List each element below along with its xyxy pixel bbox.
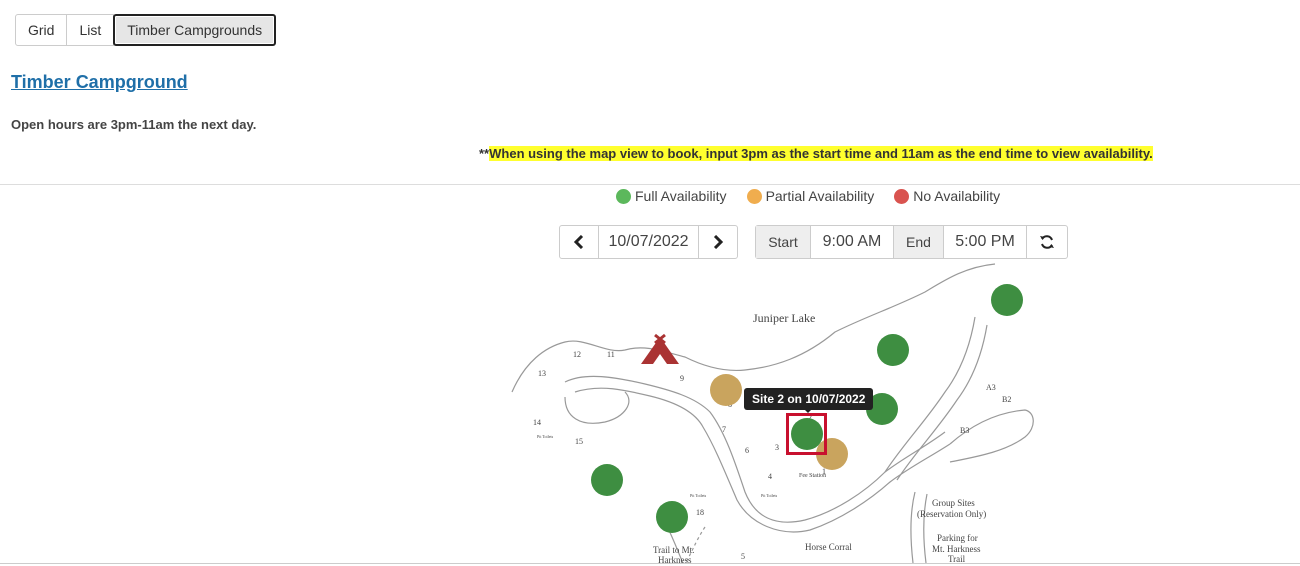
site-number: 11 <box>607 350 615 359</box>
end-time-input[interactable]: 5:00 PM <box>943 226 1027 258</box>
chevron-left-icon <box>573 235 584 249</box>
time-picker: Start 9:00 AM End 5:00 PM <box>755 225 1068 259</box>
legend-partial: Partial Availability <box>746 188 875 204</box>
toilet-label-2: Pit Toilets <box>690 493 707 498</box>
start-time-input[interactable]: 9:00 AM <box>810 226 894 258</box>
refresh-icon <box>1040 235 1054 249</box>
parking-label-2: Mt. Harkness <box>932 544 981 554</box>
road-east-3 <box>949 409 1034 463</box>
view-tabs: Grid List Timber Campgrounds <box>15 14 277 46</box>
site-number: 18 <box>696 508 704 517</box>
next-date-button[interactable] <box>699 226 737 258</box>
road-south-2 <box>910 491 916 563</box>
toilet-label-1: Pit Toilets <box>537 434 554 439</box>
site-marker-full[interactable] <box>591 464 623 496</box>
legend-full-label: Full Availability <box>635 188 727 204</box>
site-number: 4 <box>768 472 772 481</box>
divider <box>0 184 1300 185</box>
tab-list[interactable]: List <box>66 14 115 46</box>
note-highlight: When using the map view to book, input 3… <box>489 146 1153 161</box>
open-hours-text: Open hours are 3pm-11am the next day. <box>11 117 257 132</box>
site-tooltip: Site 2 on 10/07/2022 <box>744 388 874 410</box>
site-marker-full[interactable] <box>656 501 688 533</box>
legend-full: Full Availability <box>616 188 727 204</box>
tab-grid[interactable]: Grid <box>15 14 68 46</box>
legend-none: No Availability <box>894 188 1000 204</box>
site-number: B2 <box>1002 395 1011 404</box>
parking-label-1: Parking for <box>937 533 978 543</box>
facility-title-link[interactable]: Timber Campground <box>11 72 188 93</box>
parking-label-3: Trail <box>948 554 966 563</box>
tooltip-arrow <box>803 408 813 413</box>
horse-corral-label: Horse Corral <box>805 542 852 552</box>
site-number: B3 <box>960 426 969 435</box>
date-picker: 10/07/2022 <box>559 225 738 259</box>
bottom-divider <box>0 563 1300 564</box>
site-number: 6 <box>745 446 749 455</box>
site-number: 5 <box>741 552 745 561</box>
availability-legend: Full Availability Partial Availability N… <box>616 186 1020 206</box>
note-prefix: ** <box>479 146 490 161</box>
selected-site-highlight <box>786 413 827 455</box>
site-marker-full[interactable] <box>877 334 909 366</box>
reservation-only-label: (Reservation Only) <box>917 509 986 519</box>
loop-road <box>564 391 630 424</box>
booking-note: **When using the map view to book, input… <box>479 146 1153 161</box>
site-number: 12 <box>573 350 581 359</box>
campground-map[interactable]: Juniper Lake Fee Station Horse Corral Gr… <box>505 262 1045 563</box>
trail-label-1: Trail to Mt. <box>653 545 694 555</box>
end-label: End <box>894 226 943 258</box>
site-marker-full[interactable] <box>991 284 1023 316</box>
lake-shore <box>511 263 996 393</box>
site-number: 7 <box>722 425 726 434</box>
chevron-right-icon <box>713 235 724 249</box>
site-number: 14 <box>533 418 541 427</box>
site-number: 9 <box>680 374 684 383</box>
lake-label: Juniper Lake <box>753 311 815 325</box>
start-label: Start <box>756 226 810 258</box>
legend-partial-label: Partial Availability <box>765 188 875 204</box>
refresh-button[interactable] <box>1027 226 1067 258</box>
date-input[interactable]: 10/07/2022 <box>598 226 699 258</box>
site-number: A3 <box>986 383 996 392</box>
trail-label-2: Harkness <box>658 555 692 563</box>
road-south-3 <box>923 493 928 563</box>
site-number: 13 <box>538 369 546 378</box>
group-sites-label: Group Sites <box>932 498 975 508</box>
legend-none-dot <box>894 188 910 204</box>
site-number: 15 <box>575 437 583 446</box>
site-marker-partial[interactable] <box>710 374 742 406</box>
legend-full-dot <box>616 188 631 204</box>
tab-timber-campgrounds[interactable]: Timber Campgrounds <box>113 14 277 46</box>
site-number: 3 <box>775 443 779 452</box>
legend-partial-dot <box>746 188 762 204</box>
toilet-label-3: Pit Toilets <box>761 493 778 498</box>
prev-date-button[interactable] <box>560 226 598 258</box>
tent-icon[interactable] <box>641 333 679 364</box>
legend-none-label: No Availability <box>913 188 1001 204</box>
